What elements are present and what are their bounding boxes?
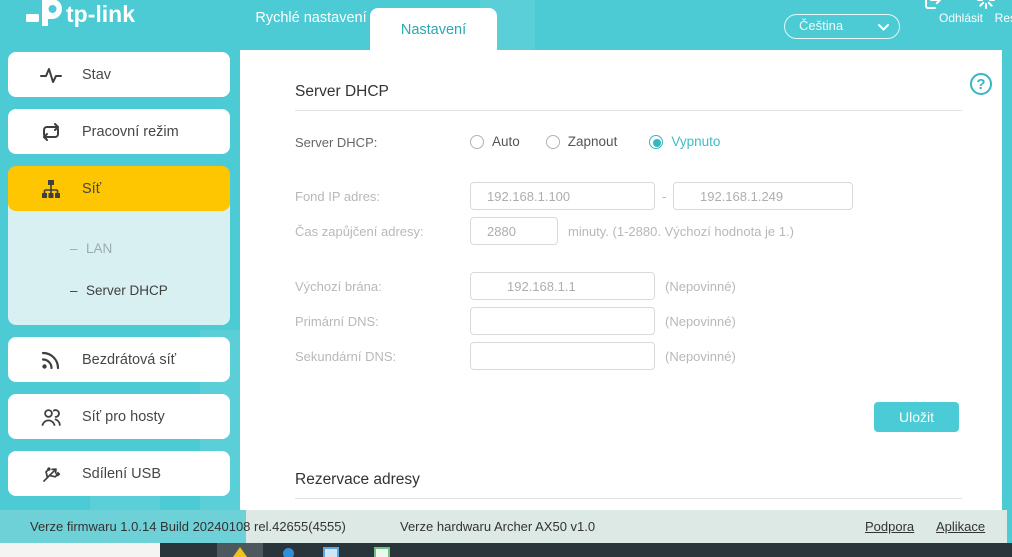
tp-link-logo: tp-link xyxy=(26,0,156,31)
lease-time-label: Čas zapůjčení adresy: xyxy=(295,224,424,239)
chevron-down-icon xyxy=(878,24,889,31)
help-icon[interactable]: ? xyxy=(970,73,992,95)
svg-text:tp-link: tp-link xyxy=(66,1,135,27)
sidebar-item-guest-network[interactable]: Síť pro hosty xyxy=(8,394,230,439)
secondary-dns-label: Sekundární DNS: xyxy=(295,349,396,364)
secondary-dns-note: (Nepovinné) xyxy=(665,349,736,364)
sidebar-item-dhcp-server-label: Server DHCP xyxy=(86,277,168,305)
radio-off[interactable] xyxy=(649,135,663,149)
section-divider xyxy=(295,110,962,111)
taskbar-app-icon[interactable] xyxy=(283,548,294,557)
sidebar-item-wireless-label: Bezdrátová síť xyxy=(82,352,176,368)
section-divider xyxy=(295,498,962,499)
network-submenu: – LAN – Server DHCP xyxy=(8,204,230,325)
firmware-version: Verze firmwaru 1.0.14 Build 20240108 rel… xyxy=(30,519,346,534)
sidebar-item-usb-sharing[interactable]: Sdílení USB xyxy=(8,451,230,496)
tp-link-logo-icon: tp-link xyxy=(26,0,156,31)
ip-pool-separator: - xyxy=(662,189,666,204)
sidebar-item-wireless[interactable]: Bezdrátová síť xyxy=(8,337,230,382)
secondary-dns-input[interactable] xyxy=(470,342,655,370)
logout-icon xyxy=(923,0,943,10)
restart-icon xyxy=(976,0,996,10)
dhcp-mode-radio-group: Auto Zapnout Vypnuto xyxy=(470,134,720,149)
os-taskbar xyxy=(0,543,1012,557)
gateway-input[interactable] xyxy=(470,272,655,300)
sidebar-item-operation-mode[interactable]: Pracovní režim xyxy=(8,109,230,154)
sidebar-item-network[interactable]: Síť xyxy=(8,166,230,211)
section-title-dhcp: Server DHCP xyxy=(295,83,389,101)
radio-on[interactable] xyxy=(546,135,560,149)
sidebar-item-lan[interactable]: – LAN xyxy=(8,235,230,263)
radio-auto-label[interactable]: Auto xyxy=(492,134,520,149)
wireless-icon xyxy=(40,349,62,371)
taskbar-left-area xyxy=(0,543,160,557)
hardware-version: Verze hardwaru Archer AX50 v1.0 xyxy=(400,519,595,534)
sidebar-item-status-label: Stav xyxy=(82,67,111,83)
lease-time-note: minuty. (1-2880. Výchozí hodnota je 1.) xyxy=(568,224,794,239)
radio-on-label[interactable]: Zapnout xyxy=(568,134,618,149)
submenu-dash: – xyxy=(70,235,78,263)
section-title-address-reservation: Rezervace adresy xyxy=(295,471,420,489)
primary-dns-label: Primární DNS: xyxy=(295,314,379,329)
taskbar-star-icon[interactable] xyxy=(233,547,247,557)
taskbar-window-icon[interactable] xyxy=(323,547,339,557)
primary-dns-note: (Nepovinné) xyxy=(665,314,736,329)
gateway-note: (Nepovinné) xyxy=(665,279,736,294)
logout-label: Odhlásit xyxy=(933,11,989,25)
save-button[interactable]: Uložit xyxy=(874,402,959,432)
ip-pool-label: Fond IP adres: xyxy=(295,189,380,204)
sidebar-item-guest-network-label: Síť pro hosty xyxy=(82,409,165,425)
sidebar-item-operation-mode-label: Pracovní režim xyxy=(82,124,179,140)
language-select[interactable]: Čeština xyxy=(784,14,900,39)
sidebar-item-network-label: Síť xyxy=(82,181,101,197)
language-value: Čeština xyxy=(799,18,843,33)
tab-quick-setup[interactable]: Rychlé nastavení xyxy=(252,9,370,27)
apps-link[interactable]: Aplikace xyxy=(936,519,985,534)
activity-icon xyxy=(40,64,62,86)
network-icon xyxy=(40,178,62,200)
guest-network-icon xyxy=(40,406,62,428)
tab-settings[interactable]: Nastavení xyxy=(370,8,497,50)
sidebar-item-status[interactable]: Stav xyxy=(8,52,230,97)
submenu-dash: – xyxy=(70,277,78,305)
support-link[interactable]: Podpora xyxy=(865,519,914,534)
work-mode-icon xyxy=(40,121,62,143)
radio-auto[interactable] xyxy=(470,135,484,149)
usb-icon xyxy=(40,463,62,485)
restart-label: Restart xyxy=(986,11,1012,25)
radio-off-label[interactable]: Vypnuto xyxy=(671,134,720,149)
footer-bar: Verze firmwaru 1.0.14 Build 20240108 rel… xyxy=(0,510,1007,543)
gateway-label: Výchozí brána: xyxy=(295,279,382,294)
ip-pool-start-input[interactable] xyxy=(470,182,655,210)
lease-time-input[interactable] xyxy=(470,217,558,245)
sidebar-item-dhcp-server[interactable]: – Server DHCP xyxy=(8,277,230,305)
sidebar-item-lan-label: LAN xyxy=(86,235,112,263)
router-admin-page: tp-link Rychlé nastavení Nastavení Češti… xyxy=(0,0,1012,557)
primary-dns-input[interactable] xyxy=(470,307,655,335)
dhcp-server-label: Server DHCP: xyxy=(295,135,377,150)
sidebar-item-usb-sharing-label: Sdílení USB xyxy=(82,466,161,482)
ip-pool-end-input[interactable] xyxy=(673,182,853,210)
taskbar-app-icon-green[interactable] xyxy=(374,547,390,557)
main-content-panel: ? Server DHCP Server DHCP: Auto Zapnout … xyxy=(240,50,1002,510)
